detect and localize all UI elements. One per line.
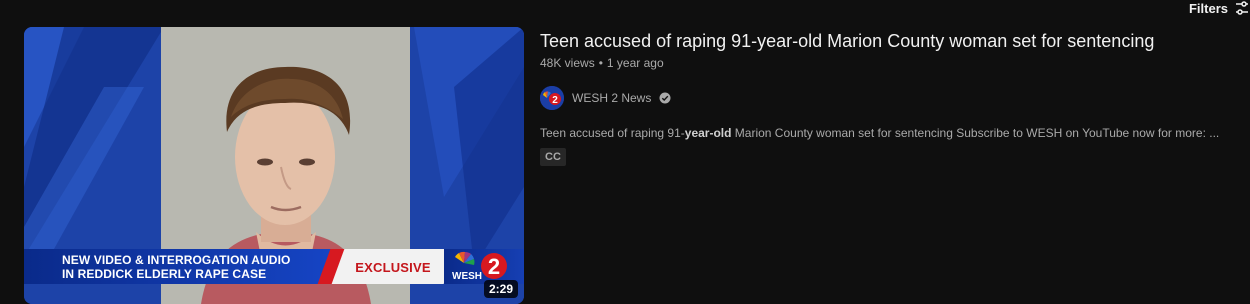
wesh-logo: WESH 2 (444, 249, 524, 284)
banner-headline: NEW VIDEO & INTERROGATION AUDIO IN REDDI… (24, 249, 342, 284)
video-description: Teen accused of raping 91-year-old Mario… (540, 126, 1230, 140)
channel-logo-icon: 2 (540, 86, 564, 110)
banner-line-2: IN REDDICK ELDERLY RAPE CASE (62, 267, 267, 281)
logo-text: WESH (452, 271, 482, 282)
description-before: Teen accused of raping 91- (540, 126, 685, 140)
sliders-icon (1236, 1, 1248, 15)
verified-check-icon (659, 92, 671, 104)
avatar-number: 2 (552, 95, 558, 106)
banner-line-1: NEW VIDEO & INTERROGATION AUDIO (62, 253, 291, 267)
video-metadata: Teen accused of raping 91-year-old Mario… (540, 27, 1230, 304)
news-banner: NEW VIDEO & INTERROGATION AUDIO IN REDDI… (24, 249, 524, 284)
stats-separator: • (598, 56, 603, 70)
video-stats: 48K views • 1 year ago (540, 56, 1230, 70)
exclusive-tag: EXCLUSIVE (355, 260, 431, 275)
channel-name[interactable]: WESH 2 News (572, 91, 651, 105)
view-count: 48K views (540, 56, 595, 70)
description-highlight: year-old (684, 126, 732, 140)
video-title[interactable]: Teen accused of raping 91-year-old Mario… (540, 30, 1230, 52)
channel-row[interactable]: 2 WESH 2 News (540, 86, 1230, 110)
filters-button[interactable]: Filters (1189, 0, 1250, 16)
logo-number: 2 (488, 254, 500, 279)
description-after: Marion County woman set for sentencing S… (731, 126, 1220, 140)
nbc-peacock-icon: WESH 2 (452, 251, 507, 282)
video-result[interactable]: NEW VIDEO & INTERROGATION AUDIO IN REDDI… (24, 27, 1230, 304)
avatar[interactable]: 2 (540, 86, 564, 110)
filters-label: Filters (1188, 0, 1228, 16)
cc-badge: CC (540, 148, 566, 166)
video-thumbnail[interactable]: NEW VIDEO & INTERROGATION AUDIO IN REDDI… (24, 27, 524, 304)
video-duration: 2:29 (483, 280, 518, 298)
upload-age: 1 year ago (606, 56, 664, 70)
